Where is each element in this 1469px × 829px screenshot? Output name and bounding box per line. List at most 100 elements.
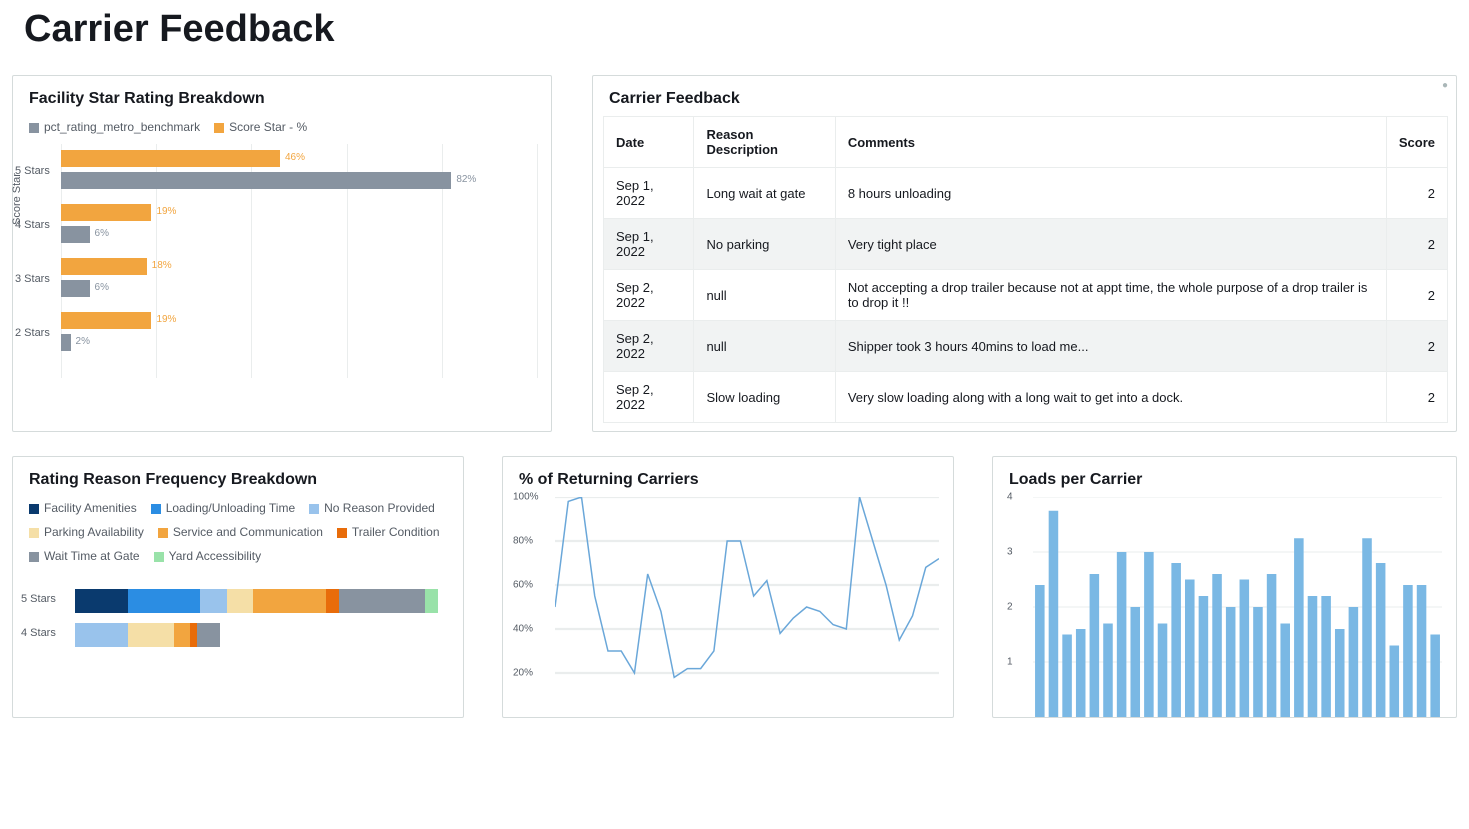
table-row[interactable]: Sep 2, 2022Slow loadingVery slow loading… <box>604 372 1448 423</box>
legend-swatch <box>29 123 39 133</box>
load-bar[interactable] <box>1280 624 1290 718</box>
load-bar[interactable] <box>1390 646 1400 718</box>
returning-series[interactable] <box>555 497 939 677</box>
legend-item: Yard Accessibility <box>154 549 261 563</box>
legend-swatch <box>151 504 161 514</box>
y-tick: 4 <box>1007 492 1013 503</box>
legend-label: Loading/Unloading Time <box>166 501 295 515</box>
load-bar[interactable] <box>1321 596 1331 717</box>
table-row[interactable]: Sep 1, 2022Long wait at gate8 hours unlo… <box>604 168 1448 219</box>
feedback-table: Date Reason Description Comments Score S… <box>603 116 1448 423</box>
segment-parking-availability[interactable] <box>128 623 174 647</box>
load-bar[interactable] <box>1212 574 1222 717</box>
load-bar[interactable] <box>1253 607 1263 717</box>
load-bar[interactable] <box>1226 607 1236 717</box>
load-bar[interactable] <box>1144 552 1154 717</box>
load-bar[interactable] <box>1376 563 1386 717</box>
category-label: 4 Stars <box>21 627 56 639</box>
cell-comments: Very slow loading along with a long wait… <box>835 372 1386 423</box>
returning-title: % of Returning Carriers <box>503 457 953 497</box>
load-bar[interactable] <box>1185 580 1195 718</box>
load-bar[interactable] <box>1430 635 1440 718</box>
legend-label: No Reason Provided <box>324 501 435 515</box>
load-bar[interactable] <box>1049 511 1059 717</box>
load-bar[interactable] <box>1335 629 1345 717</box>
legend-label: Wait Time at Gate <box>44 549 140 563</box>
y-tick: 3 <box>1007 547 1013 558</box>
legend-label: Score Star - % <box>229 120 307 134</box>
legend-label: Parking Availability <box>44 525 144 539</box>
y-tick: 40% <box>513 624 533 635</box>
legend-swatch <box>29 552 39 562</box>
segment-no-reason-provided[interactable] <box>200 589 226 613</box>
bar-score-star-[interactable]: 19% <box>61 312 151 329</box>
load-bar[interactable] <box>1308 596 1318 717</box>
bar-score-star-[interactable]: 18% <box>61 258 147 275</box>
load-bar[interactable] <box>1267 574 1277 717</box>
segment-loading-unloading-time[interactable] <box>128 589 201 613</box>
load-bar[interactable] <box>1158 624 1168 718</box>
load-bar[interactable] <box>1076 629 1086 717</box>
table-row[interactable]: Sep 1, 2022No parkingVery tight place2 <box>604 219 1448 270</box>
bar-pct-rating-metro-benchmark[interactable]: 2% <box>61 334 71 351</box>
bar-score-star-[interactable]: 19% <box>61 204 151 221</box>
loads-panel: Loads per Carrier 1234 <box>992 456 1457 718</box>
load-bar[interactable] <box>1035 585 1045 717</box>
load-bar[interactable] <box>1417 585 1427 717</box>
load-bar[interactable] <box>1199 596 1209 717</box>
load-bar[interactable] <box>1240 580 1250 718</box>
segment-trailer-condition[interactable] <box>326 589 339 613</box>
load-bar[interactable] <box>1117 552 1127 717</box>
load-bar[interactable] <box>1130 607 1140 717</box>
reason-legend: Facility AmenitiesLoading/Unloading Time… <box>13 497 463 573</box>
col-score[interactable]: Score <box>1386 117 1447 168</box>
legend-item: Trailer Condition <box>337 525 440 539</box>
load-bar[interactable] <box>1090 574 1100 717</box>
legend-label: pct_rating_metro_benchmark <box>44 120 200 134</box>
col-reason[interactable]: Reason Description <box>694 117 835 168</box>
legend-swatch <box>29 528 39 538</box>
y-tick: 20% <box>513 668 533 679</box>
legend-swatch <box>154 552 164 562</box>
bar-score-star-[interactable]: 46% <box>61 150 280 167</box>
bar-value: 19% <box>156 314 176 325</box>
panel-menu-icon[interactable]: ● <box>1434 76 1456 95</box>
reason-title: Rating Reason Frequency Breakdown <box>13 457 463 497</box>
col-comments[interactable]: Comments <box>835 117 1386 168</box>
bar-pct-rating-metro-benchmark[interactable]: 6% <box>61 226 90 243</box>
star-rating-title: Facility Star Rating Breakdown <box>13 76 551 116</box>
category-label: 5 Stars <box>15 165 50 177</box>
bar-value: 19% <box>156 206 176 217</box>
cell-reason: Slow loading <box>694 372 835 423</box>
segment-trailer-condition[interactable] <box>190 623 197 647</box>
y-axis-label: Score Star <box>11 173 23 225</box>
col-date[interactable]: Date <box>604 117 694 168</box>
bar-pct-rating-metro-benchmark[interactable]: 82% <box>61 172 451 189</box>
bar-value: 2% <box>76 336 90 347</box>
cell-date: Sep 2, 2022 <box>604 321 694 372</box>
segment-wait-time-at-gate[interactable] <box>197 623 220 647</box>
table-row[interactable]: Sep 2, 2022nullNot accepting a drop trai… <box>604 270 1448 321</box>
category-label: 3 Stars <box>15 273 50 285</box>
bar-pct-rating-metro-benchmark[interactable]: 6% <box>61 280 90 297</box>
y-tick: 100% <box>513 492 539 503</box>
table-row[interactable]: Sep 2, 2022nullShipper took 3 hours 40mi… <box>604 321 1448 372</box>
segment-wait-time-at-gate[interactable] <box>339 589 425 613</box>
segment-yard-accessibility[interactable] <box>425 589 438 613</box>
cell-reason: Long wait at gate <box>694 168 835 219</box>
load-bar[interactable] <box>1349 607 1359 717</box>
load-bar[interactable] <box>1294 538 1304 717</box>
segment-service-and-communication[interactable] <box>174 623 191 647</box>
load-bar[interactable] <box>1362 538 1372 717</box>
segment-service-and-communication[interactable] <box>253 589 326 613</box>
segment-parking-availability[interactable] <box>227 589 253 613</box>
load-bar[interactable] <box>1062 635 1072 718</box>
load-bar[interactable] <box>1403 585 1413 717</box>
cell-comments: Very tight place <box>835 219 1386 270</box>
segment-facility-amenities[interactable] <box>75 589 128 613</box>
segment-no-reason-provided[interactable] <box>75 623 128 647</box>
load-bar[interactable] <box>1103 624 1113 718</box>
bar-value: 6% <box>95 282 109 293</box>
load-bar[interactable] <box>1171 563 1181 717</box>
legend-swatch <box>158 528 168 538</box>
